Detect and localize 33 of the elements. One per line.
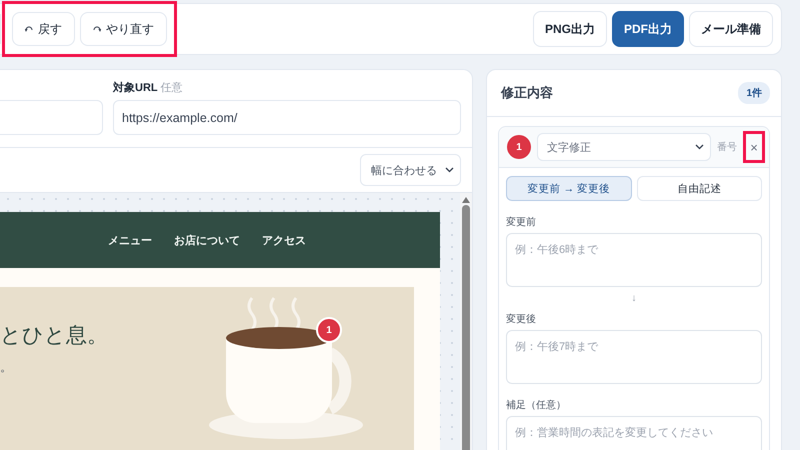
nav-link[interactable]: アクセス xyxy=(262,232,306,248)
redo-icon xyxy=(93,25,101,33)
down-arrow: ↓ xyxy=(632,293,636,304)
number-badge: 1 xyxy=(507,135,531,159)
close-button[interactable]: × xyxy=(743,131,765,163)
chevron-down-icon xyxy=(445,167,454,173)
redo-button[interactable]: やり直す xyxy=(80,12,167,46)
mode-tab[interactable]: 変更前 → 変更後 xyxy=(506,176,632,201)
field-label: 変更前 xyxy=(506,216,537,229)
panel-title: 修正内容 xyxy=(501,84,553,102)
marker-badge[interactable]: 1 xyxy=(316,317,342,343)
mode-tab[interactable]: 自由記述 xyxy=(636,176,762,201)
chevron-down-icon xyxy=(695,144,704,150)
hero-subtext: 。 xyxy=(0,359,12,376)
export-button[interactable]: PDF出力 xyxy=(612,11,684,47)
number-label: 番号 xyxy=(717,140,737,154)
nav-link[interactable]: メニュー xyxy=(108,232,152,248)
nav-link[interactable]: お店について xyxy=(174,232,240,248)
undo-button[interactable]: 戻す xyxy=(12,12,75,46)
field-label: 変更後 xyxy=(506,312,537,326)
export-button[interactable]: PNG出力 xyxy=(532,11,607,47)
undo-icon xyxy=(25,25,33,33)
type-select[interactable]: 文字修正 xyxy=(537,133,711,161)
scroll-up-icon[interactable] xyxy=(462,197,470,203)
url-input[interactable]: https://example.com/ xyxy=(113,100,461,135)
hero-headline: とひと息。 xyxy=(0,323,108,349)
scrollbar[interactable] xyxy=(460,193,472,450)
count-badge: 1件 xyxy=(738,82,770,104)
zoom-select[interactable]: 幅に合わせる xyxy=(360,154,461,186)
input-field[interactable] xyxy=(0,100,103,135)
field-label: 補足（任意） xyxy=(506,398,567,412)
field-label: 対象URL 任意 xyxy=(113,80,184,94)
export-button[interactable]: メール準備 xyxy=(689,11,773,47)
